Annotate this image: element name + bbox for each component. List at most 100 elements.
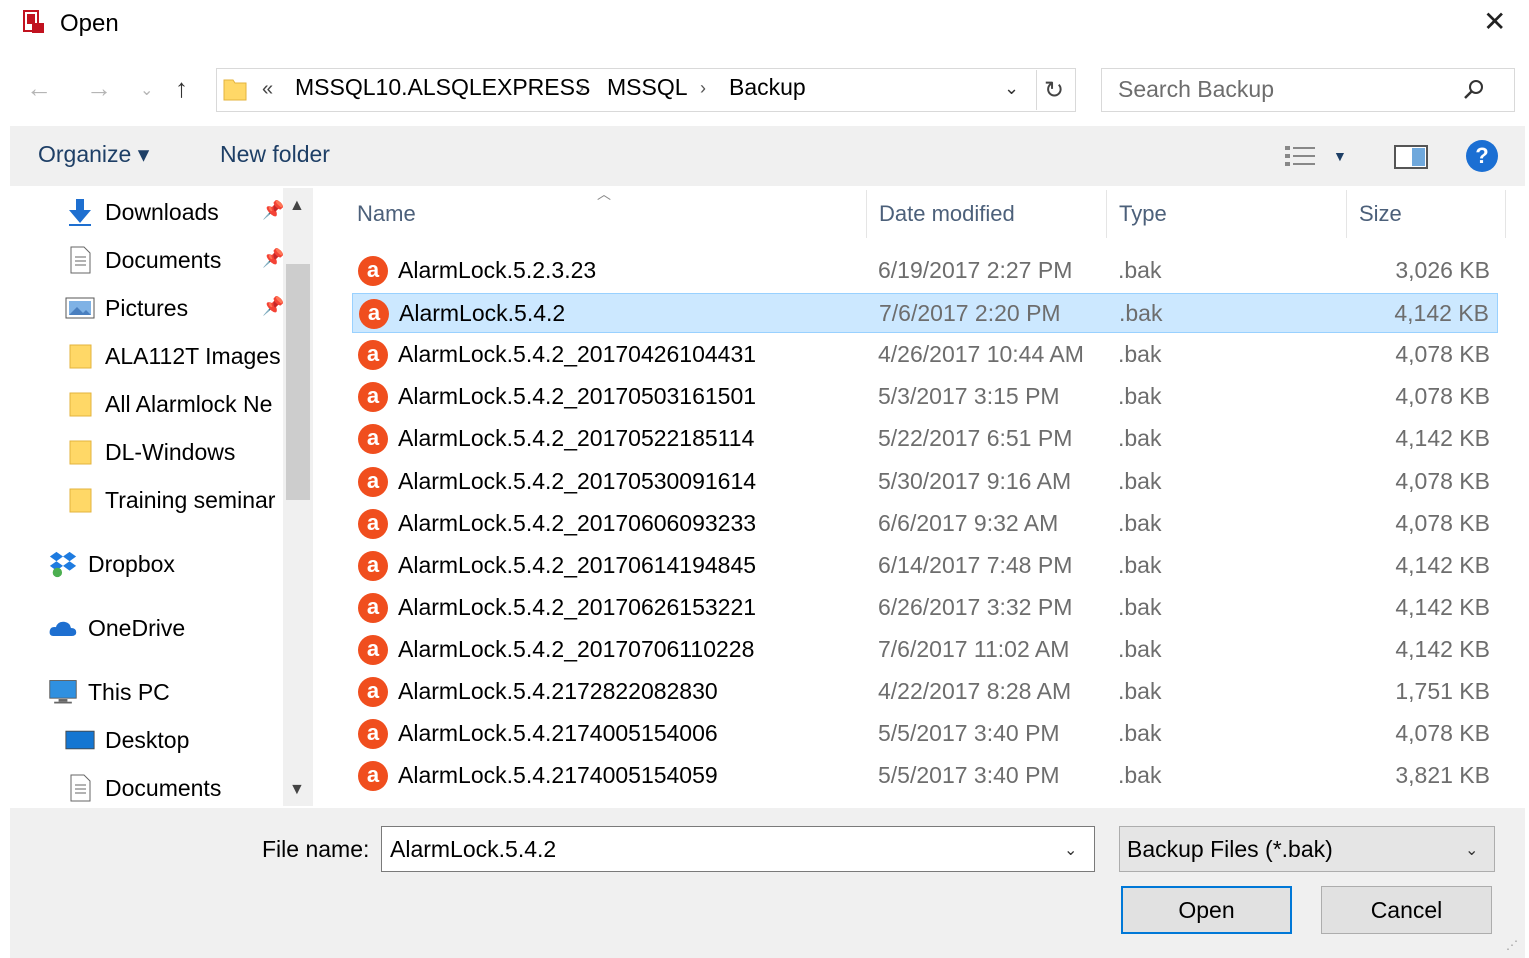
table-row[interactable]: a AlarmLock.5.4.2_20170706110228 7/6/2017 … [352,630,1498,670]
table-row[interactable]: a AlarmLock.5.4.2174005154006 5/5/2017 3:4… [352,714,1498,754]
file-type-value[interactable]: Backup Files (*.bak) [1127,836,1333,863]
file-date: 5/22/2017 6:51 PM [878,425,1073,451]
breadcrumb-mssql[interactable]: MSSQL [607,74,688,101]
file-date: 5/3/2017 3:15 PM [878,383,1060,409]
sidebar-item-documents-pc[interactable]: Documents [65,768,221,806]
cancel-button[interactable]: Cancel [1321,886,1492,934]
breadcrumb-mssql10[interactable]: MSSQL10.ALSQLEXPRESS [295,74,590,101]
recent-locations-chevron-icon[interactable]: ⌄ [140,80,153,100]
file-type: .bak [1118,510,1162,536]
file-date: 4/26/2017 10:44 AM [878,341,1084,367]
bak-file-icon: a [358,467,388,497]
column-header-type[interactable]: Type [1119,201,1167,227]
open-button[interactable]: Open [1121,886,1292,934]
file-type: .bak [1118,257,1162,283]
bak-file-icon: a [358,382,388,412]
column-header-size[interactable]: Size [1359,201,1402,227]
breadcrumb-separator-icon[interactable]: › [578,78,584,99]
file-date: 7/6/2017 11:02 AM [878,636,1070,662]
window-title: Open [60,10,119,37]
file-size: 4,078 KB [1395,383,1490,409]
file-size: 4,078 KB [1395,510,1490,536]
refresh-icon[interactable]: ↻ [1044,76,1064,105]
chevron-down-icon[interactable]: ⌄ [1465,840,1478,860]
table-row[interactable]: a AlarmLock.5.4.2_20170530091614 5/30/2017… [352,462,1498,502]
chevron-down-icon[interactable]: ⌄ [1004,78,1019,99]
pin-icon[interactable]: 📌 [262,200,284,221]
file-name-input[interactable] [381,826,1095,872]
column-divider[interactable] [1106,190,1107,238]
file-date: 7/6/2017 2:20 PM [879,300,1061,326]
breadcrumb-separator-icon[interactable]: › [700,78,706,99]
sidebar-item-documents[interactable]: Documents [65,240,221,280]
sidebar-item-dl-windows[interactable]: DL-Windows [65,432,235,472]
table-row[interactable]: a AlarmLock.5.4.2 7/6/2017 2:20 PM .bak 4,14… [352,293,1498,333]
search-icon[interactable] [1462,78,1486,107]
sidebar-item-label: This PC [88,678,170,705]
file-name: AlarmLock.5.4.2_20170706110228 [398,636,755,662]
file-name: AlarmLock.5.4.2_20170522185114 [398,425,755,451]
column-header-name[interactable]: Name [357,201,416,227]
file-size: 3,821 KB [1395,762,1490,788]
table-row[interactable]: a AlarmLock.5.2.3.23 6/19/2017 2:27 PM .bak… [352,251,1498,291]
scroll-down-icon[interactable]: ▼ [289,781,305,799]
pin-icon[interactable]: 📌 [262,248,284,269]
table-row[interactable]: a AlarmLock.5.4.2_20170522185114 5/22/2017… [352,419,1498,459]
up-arrow-icon[interactable]: ↑ [175,73,188,103]
table-row[interactable]: a AlarmLock.5.4.2_20170503161501 5/3/2017 … [352,377,1498,417]
file-name: AlarmLock.5.4.2_20170614194845 [398,552,757,578]
document-icon [65,774,95,802]
file-type: .bak [1118,552,1162,578]
bak-file-icon: a [358,551,388,581]
table-row[interactable]: a AlarmLock.5.4.2_20170426104431 4/26/2017… [352,335,1498,375]
view-options-icon[interactable] [1283,143,1319,174]
sidebar-item-ala112t-images[interactable]: ALA112T Images [65,336,281,376]
sidebar-item-dropbox[interactable]: Dropbox [48,544,175,584]
file-size: 4,142 KB [1395,552,1490,578]
file-name: AlarmLock.5.4.2 [399,300,566,326]
column-divider[interactable] [1505,190,1506,238]
column-header-date[interactable]: Date modified [879,201,1015,227]
sidebar-item-onedrive[interactable]: OneDrive [48,608,185,648]
nav-scrollbar-thumb[interactable] [286,264,310,500]
sidebar-item-training-seminar[interactable]: Training seminar [65,480,275,520]
table-row[interactable]: a AlarmLock.5.4.2_20170614194845 6/14/2017… [352,546,1498,586]
bak-file-icon: a [358,677,388,707]
breadcrumb-backup[interactable]: Backup [729,74,806,101]
table-row[interactable]: a AlarmLock.5.4.2_20170626153221 6/26/2017… [352,588,1498,628]
back-arrow-icon[interactable]: ← [26,73,52,103]
forward-arrow-icon[interactable]: → [86,73,112,103]
chevron-down-icon[interactable]: ⌄ [1064,840,1077,860]
search-placeholder[interactable]: Search Backup [1118,76,1274,103]
file-type: .bak [1118,468,1162,494]
pin-icon[interactable]: 📌 [262,296,284,317]
table-row[interactable]: a AlarmLock.5.4.2174005154059 5/5/2017 3:4… [352,756,1498,796]
close-button[interactable]: ✕ [1483,8,1506,36]
file-name: AlarmLock.5.4.2_20170530091614 [398,468,757,494]
table-row[interactable]: a AlarmLock.5.4.2172822082830 4/22/2017 8:… [352,672,1498,712]
file-size: 1,751 KB [1395,678,1490,704]
sidebar-item-label: Training seminar [105,486,276,513]
file-size: 4,142 KB [1395,636,1490,662]
file-date: 5/5/2017 3:40 PM [878,720,1060,746]
sidebar-item-pictures[interactable]: Pictures [65,288,188,328]
scroll-up-icon[interactable]: ▲ [289,197,305,215]
organize-button[interactable]: Organize ▾ [38,141,149,168]
file-size: 4,142 KB [1395,425,1490,451]
view-dropdown-icon[interactable]: ▼ [1333,148,1347,164]
address-overflow-icon[interactable]: « [262,78,273,101]
folder-icon [65,438,95,466]
new-folder-button[interactable]: New folder [220,141,330,168]
column-divider[interactable] [1346,190,1347,238]
sidebar-item-all-alarmlock[interactable]: All Alarmlock Ne [65,384,272,424]
table-row[interactable]: a AlarmLock.5.4.2_20170606093233 6/6/2017 … [352,504,1498,544]
column-divider[interactable] [866,190,867,238]
file-size: 4,078 KB [1395,468,1490,494]
sidebar-item-desktop[interactable]: Desktop [65,720,189,760]
preview-pane-icon[interactable] [1394,144,1428,175]
help-icon[interactable]: ? [1466,140,1498,172]
sidebar-item-this-pc[interactable]: This PC [48,672,170,712]
sidebar-item-downloads[interactable]: Downloads [65,192,219,232]
resize-grip-icon[interactable]: ⋰ [1506,938,1518,952]
bak-file-icon: a [358,424,388,454]
